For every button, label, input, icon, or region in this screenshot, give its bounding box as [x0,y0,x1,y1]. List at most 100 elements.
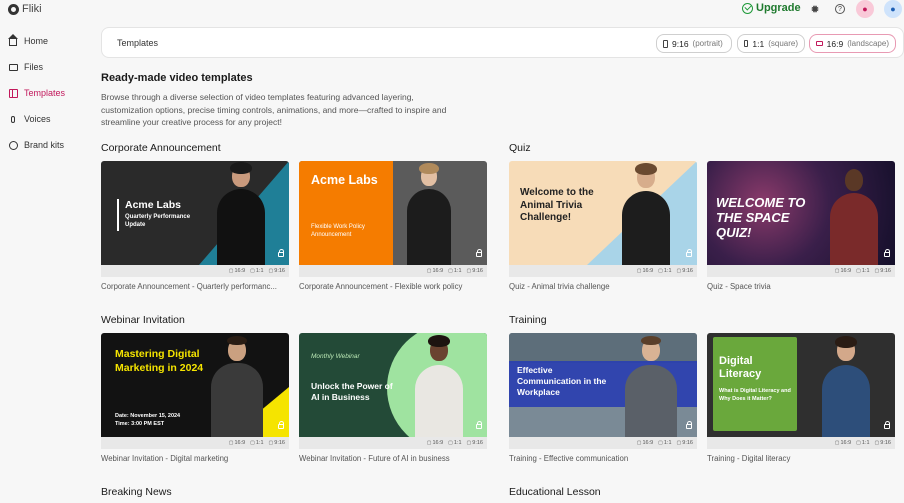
template-label: Quiz - Animal trivia challenge [509,282,610,291]
presenter-image [401,161,457,265]
ratio-filter-landscape[interactable]: 16:9 (landscape) [809,34,896,53]
notifications-fire-icon[interactable]: ● [856,0,874,18]
template-card[interactable]: Welcome to the Animal Trivia Challenge! … [509,161,697,291]
ratio-tags: 16:91:19:16 [299,437,487,449]
home-icon [8,34,18,46]
template-label: Training - Digital literacy [707,454,791,463]
section-title-educational: Educational Lesson [509,486,601,498]
ratio-tags: 16:91:19:16 [101,265,289,277]
template-card[interactable]: Monthly Webinar Unlock the Power of AI i… [299,333,487,463]
app-logo[interactable]: Fliki [8,3,42,15]
portrait-ratio-icon [663,39,668,48]
template-thumbnail[interactable]: Acme Labs Quarterly Performance Update [101,161,289,265]
template-card[interactable]: Digital Literacy What is Digital Literac… [707,333,895,463]
upgrade-label: Upgrade [756,2,801,14]
ratio-tags: 16:91:19:16 [509,437,697,449]
template-overlay-title: Unlock the Power of AI in Business [311,381,393,402]
presenter-image [411,333,467,437]
template-overlay-subtitle: Flexible Work Policy Announcement [311,224,365,238]
presenter-image [205,333,269,437]
sidebar-item-label: Voices [24,114,51,124]
ratio-sub-label: (portrait) [692,39,723,48]
user-avatar-icon[interactable]: ● [884,0,902,18]
template-thumbnail[interactable]: Welcome to the Animal Trivia Challenge! [509,161,697,265]
lock-icon [476,421,482,429]
template-overlay-title: WELCOME TO THE SPACE QUIZ! [716,195,806,240]
presenter-image [617,161,675,265]
app-name: Fliki [22,3,42,15]
sidebar-item-brand-kits[interactable]: Brand kits [0,132,92,158]
ratio-tags: 16:91:19:16 [299,265,487,277]
intro-heading: Ready-made video templates [101,72,253,84]
ratio-label: 16:9 [826,38,844,49]
lock-icon [686,249,692,257]
template-overlay-subtitle: Quarterly Performance Update [125,214,191,228]
template-label: Training - Effective communication [509,454,629,463]
template-overlay-title: Acme Labs [125,199,182,211]
sidebar-item-label: Templates [24,88,66,98]
sidebar: Home Files Templates Voices Brand kits [0,28,92,158]
lock-icon [686,421,692,429]
lock-icon [884,421,890,429]
ratio-tags: 16:91:19:16 [707,437,895,449]
sidebar-item-templates[interactable]: Templates [0,80,92,106]
template-thumbnail[interactable]: Effective Communication in the Workplace [509,333,697,437]
help-icon[interactable]: ? [831,0,849,18]
ratio-sub-label: (landscape) [847,39,889,48]
folder-icon [8,62,18,72]
app-window: Fliki Upgrade ✹ ? ● ● Home Files Templat… [0,0,904,503]
sidebar-item-voices[interactable]: Voices [0,106,92,132]
template-card[interactable]: Acme Labs Flexible Work Policy Announcem… [299,161,487,291]
template-card[interactable]: Acme Labs Quarterly Performance Update 1… [101,161,289,291]
fliki-logo-icon [8,3,19,15]
ratio-sub-label: (square) [768,39,798,48]
check-circle-icon [742,2,753,14]
theme-toggle-sun-icon[interactable]: ✹ [806,0,824,18]
template-overlay-title: Effective Communication in the Workplace [517,365,607,397]
ratio-tags: 16:91:19:16 [509,265,697,277]
template-thumbnail[interactable]: Acme Labs Flexible Work Policy Announcem… [299,161,487,265]
template-label: Corporate Announcement - Quarterly perfo… [101,282,277,291]
sidebar-item-home[interactable]: Home [0,28,92,54]
sidebar-item-files[interactable]: Files [0,54,92,80]
templates-header-bar: Templates 9:16 (portrait) 1:1 (square) 1… [101,27,904,58]
ratio-filter-portrait[interactable]: 9:16 (portrait) [656,34,732,53]
presenter-image [211,161,271,265]
template-overlay-title: Welcome to the Animal Trivia Challenge! [520,187,594,223]
lock-icon [278,249,284,257]
presenter-image [825,161,883,265]
template-label: Webinar Invitation - Future of AI in bus… [299,454,450,463]
section-title-webinar: Webinar Invitation [101,314,185,326]
template-overlay-subtitle: Monthly Webinar [311,353,360,360]
ratio-tags: 16:91:19:16 [101,437,289,449]
page-title: Templates [117,38,159,48]
ratio-label: 1:1 [752,38,765,49]
template-thumbnail[interactable]: Monthly Webinar Unlock the Power of AI i… [299,333,487,437]
sidebar-item-label: Home [24,36,49,46]
lock-icon [278,421,284,429]
template-thumbnail[interactable]: Mastering Digital Marketing in 2024 Date… [101,333,289,437]
sidebar-item-label: Files [24,62,44,72]
template-card[interactable]: Mastering Digital Marketing in 2024 Date… [101,333,289,463]
template-overlay-subtitle: Date: November 15, 2024 Time: 3:00 PM ES… [115,413,181,427]
presenter-image [817,333,875,437]
template-thumbnail[interactable]: WELCOME TO THE SPACE QUIZ! [707,161,895,265]
template-card[interactable]: WELCOME TO THE SPACE QUIZ! 16:91:19:16 Q… [707,161,895,291]
landscape-ratio-icon [816,41,823,46]
section-title-corporate: Corporate Announcement [101,142,221,154]
template-label: Webinar Invitation - Digital marketing [101,454,229,463]
template-thumbnail[interactable]: Digital Literacy What is Digital Literac… [707,333,895,437]
templates-icon [8,88,18,98]
template-label: Corporate Announcement - Flexible work p… [299,282,463,291]
square-ratio-icon [744,40,749,47]
microphone-icon [8,114,18,124]
template-overlay-title: Acme Labs [311,173,378,187]
template-overlay-title: Digital Literacy [719,355,762,380]
presenter-image [619,333,683,437]
template-card[interactable]: Effective Communication in the Workplace… [509,333,697,463]
template-label: Quiz - Space trivia [707,282,771,291]
intro-description: Browse through a diverse selection of vi… [101,92,447,127]
lock-icon [476,249,482,257]
ratio-filter-square[interactable]: 1:1 (square) [737,34,805,53]
upgrade-button[interactable]: Upgrade [742,2,801,14]
